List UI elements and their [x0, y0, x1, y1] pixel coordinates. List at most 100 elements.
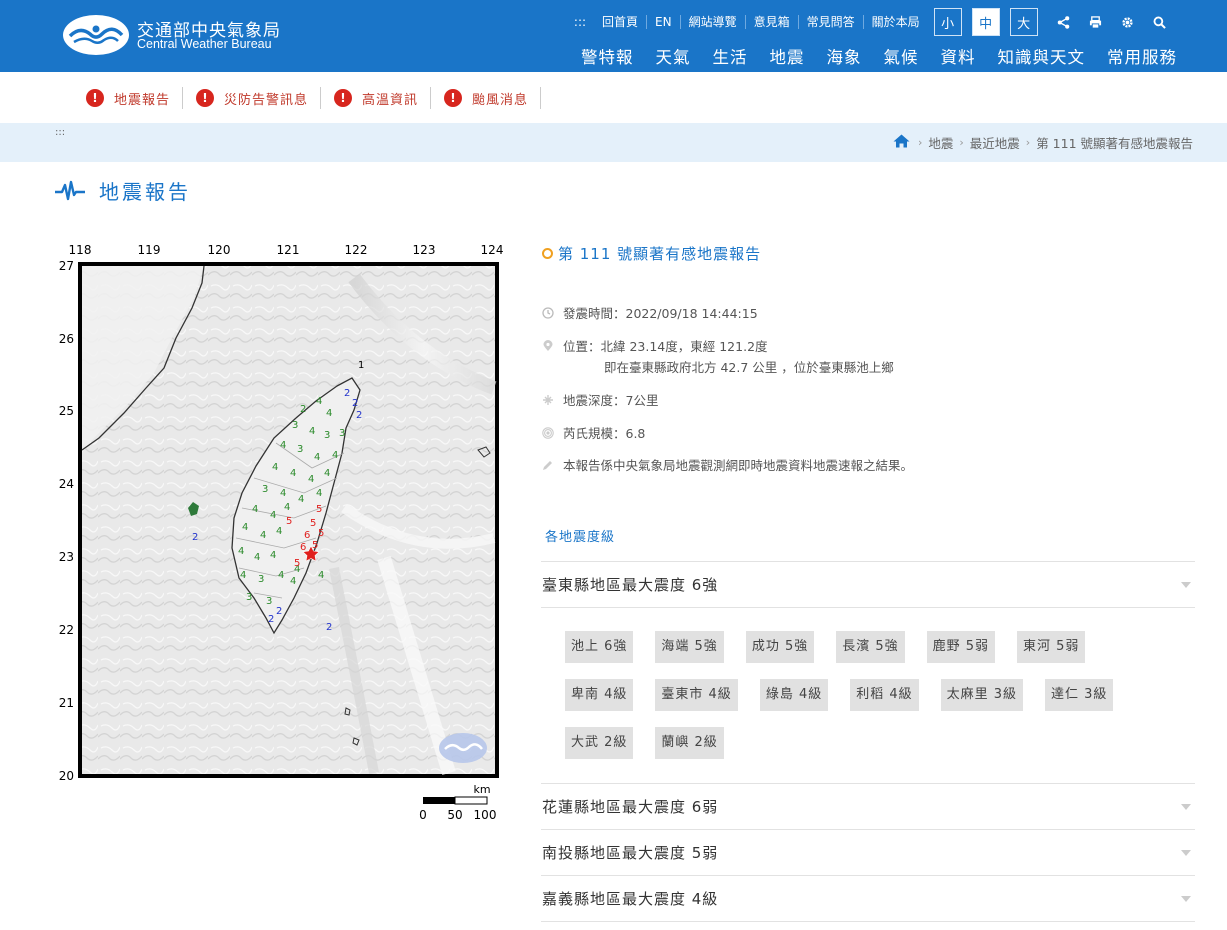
svg-text:4: 4 [276, 526, 282, 537]
svg-text:3: 3 [297, 444, 303, 455]
svg-text:4: 4 [314, 452, 320, 463]
svg-text:4: 4 [308, 474, 314, 485]
station-tag: 利稻 4級 [850, 679, 919, 711]
svg-text:5: 5 [294, 558, 300, 569]
region-accordion-nantou[interactable]: 南投縣地區最大震度 5弱 [541, 829, 1195, 875]
station-tag: 東河 5弱 [1017, 631, 1086, 663]
seismograph-icon [55, 180, 85, 200]
breadcrumb-item[interactable]: 最近地震 [970, 133, 1020, 152]
print-icon[interactable] [1080, 8, 1112, 36]
svg-text:3: 3 [246, 592, 252, 603]
report-time-text: 發震時間：2022/09/18 14:44:15 [563, 306, 758, 321]
isolated-intensity-label: 1 [358, 360, 364, 371]
station-tag: 鹿野 5弱 [926, 631, 996, 663]
svg-text:2: 2 [356, 410, 362, 421]
about-link[interactable]: 關於本局 [864, 15, 928, 29]
font-size-medium-button[interactable]: 中 [971, 8, 1000, 36]
alert-heat[interactable]: ! 高溫資訊 [334, 87, 432, 109]
alert-disaster[interactable]: ! 災防告警訊息 [196, 87, 322, 109]
x-tick-label: 121 [277, 243, 300, 257]
svg-text:4: 4 [278, 570, 284, 581]
nav-data[interactable]: 資料 [930, 44, 987, 68]
svg-text:3: 3 [324, 430, 330, 441]
region-accordion-chiayi[interactable]: 嘉義縣地區最大震度 4級 [541, 875, 1195, 921]
chevron-right-icon: › [917, 136, 923, 149]
cwb-logo[interactable] [62, 14, 130, 56]
region-accordion-label: 臺東縣地區最大震度 6強 [542, 576, 719, 594]
nav-earthquake[interactable]: 地震 [759, 44, 816, 68]
nav-services[interactable]: 常用服務 [1096, 44, 1188, 68]
gear-icon[interactable] [1112, 8, 1144, 36]
svg-text:4: 4 [318, 570, 324, 581]
report-title: 第 111 號顯著有感地震報告 [542, 243, 761, 264]
breadcrumb-item[interactable]: 地震 [928, 133, 953, 152]
top-utility-bar: ::: 回首頁 EN 網站導覽 意見箱 常見問答 關於本局 小 中 大 [566, 7, 1176, 37]
svg-text:4: 4 [242, 522, 248, 533]
station-tag: 成功 5強 [745, 631, 815, 663]
caret-down-icon [1181, 895, 1191, 902]
map-y-axis: 27 26 25 24 23 22 21 20 [59, 259, 74, 783]
page-title-text: 地震報告 [99, 180, 191, 204]
home-icon[interactable] [893, 134, 910, 151]
alert-earthquake[interactable]: ! 地震報告 [86, 87, 184, 109]
caret-down-icon [1181, 581, 1191, 588]
x-tick-label: 124 [481, 243, 504, 257]
svg-text:4: 4 [332, 450, 338, 461]
svg-text:2: 2 [276, 606, 282, 617]
nav-knowledge[interactable]: 知識與天文 [987, 44, 1097, 68]
report-depth-text: 地震深度：7公里 [563, 393, 659, 408]
y-tick-label: 20 [59, 769, 74, 783]
search-icon[interactable] [1144, 8, 1176, 36]
y-tick-label: 22 [59, 623, 74, 637]
map-scale-bar: km 0 50 100 [419, 783, 496, 822]
station-tag: 池上 6強 [565, 631, 634, 663]
nav-warnings[interactable]: 警特報 [570, 44, 645, 68]
nav-marine[interactable]: 海象 [816, 44, 873, 68]
region-accordion-taitung[interactable]: 臺東縣地區最大震度 6強 [541, 561, 1195, 607]
region-accordion-label: 南投縣地區最大震度 5弱 [542, 844, 719, 862]
svg-text:4: 4 [270, 550, 276, 561]
region-accordion-hualien[interactable]: 花蓮縣地區最大震度 6弱 [541, 783, 1195, 829]
brand-name-en[interactable]: Central Weather Bureau [137, 37, 272, 51]
svg-text:6: 6 [304, 530, 310, 541]
site-header: 交通部中央氣象局 Central Weather Bureau ::: 回首頁 … [0, 0, 1227, 72]
nav-weather[interactable]: 天氣 [645, 44, 702, 68]
home-link[interactable]: 回首頁 [594, 15, 648, 29]
svg-text:4: 4 [290, 468, 296, 479]
font-size-large-button[interactable]: 大 [1009, 8, 1038, 36]
svg-text:4: 4 [316, 396, 322, 407]
svg-text:4: 4 [290, 576, 296, 587]
sitemap-link[interactable]: 網站導覽 [681, 15, 746, 29]
y-tick-label: 27 [59, 259, 74, 273]
share-icon[interactable] [1048, 8, 1080, 36]
caret-down-icon [1181, 849, 1191, 856]
alert-icon: ! [334, 89, 353, 107]
y-tick-label: 25 [59, 404, 74, 418]
alert-label: 高溫資訊 [362, 92, 419, 108]
region-accordion-label: 嘉義縣地區最大震度 4級 [542, 890, 719, 908]
nav-life[interactable]: 生活 [702, 44, 759, 68]
scale-unit-label: km [473, 783, 490, 796]
svg-text:5: 5 [286, 516, 292, 527]
map-svg: 2443 4 3 34 34 44 4443 4444 4444 444 4 4 3 43 … [59, 243, 504, 822]
svg-text:4: 4 [316, 488, 322, 499]
report-location-note: 即在臺東縣政府北方 42.7 公里 ，位於臺東縣池上鄉 [604, 360, 894, 375]
alert-label: 颱風消息 [472, 92, 529, 108]
alert-label: 地震報告 [114, 92, 171, 108]
breadcrumb-skip-link[interactable]: ::: [55, 127, 65, 138]
svg-text:3: 3 [266, 596, 272, 607]
nav-climate[interactable]: 氣候 [873, 44, 930, 68]
font-size-small-button[interactable]: 小 [933, 8, 962, 36]
report-time: 發震時間：2022/09/18 14:44:15 [542, 303, 758, 322]
alert-typhoon[interactable]: ! 颱風消息 [444, 87, 542, 109]
y-tick-label: 26 [59, 332, 74, 346]
alert-icon: ! [196, 89, 215, 107]
feedback-link[interactable]: 意見箱 [746, 15, 799, 29]
accordion-divider [541, 921, 1195, 922]
earthquake-intensity-map[interactable]: 2443 4334 3444 4443 4444 4444 4444 4343 … [54, 238, 514, 828]
faq-link[interactable]: 常見問答 [799, 15, 864, 29]
svg-text:4: 4 [260, 530, 266, 541]
svg-text:4: 4 [252, 504, 258, 515]
english-link[interactable]: EN [647, 15, 681, 29]
skip-link[interactable]: ::: [566, 15, 594, 29]
